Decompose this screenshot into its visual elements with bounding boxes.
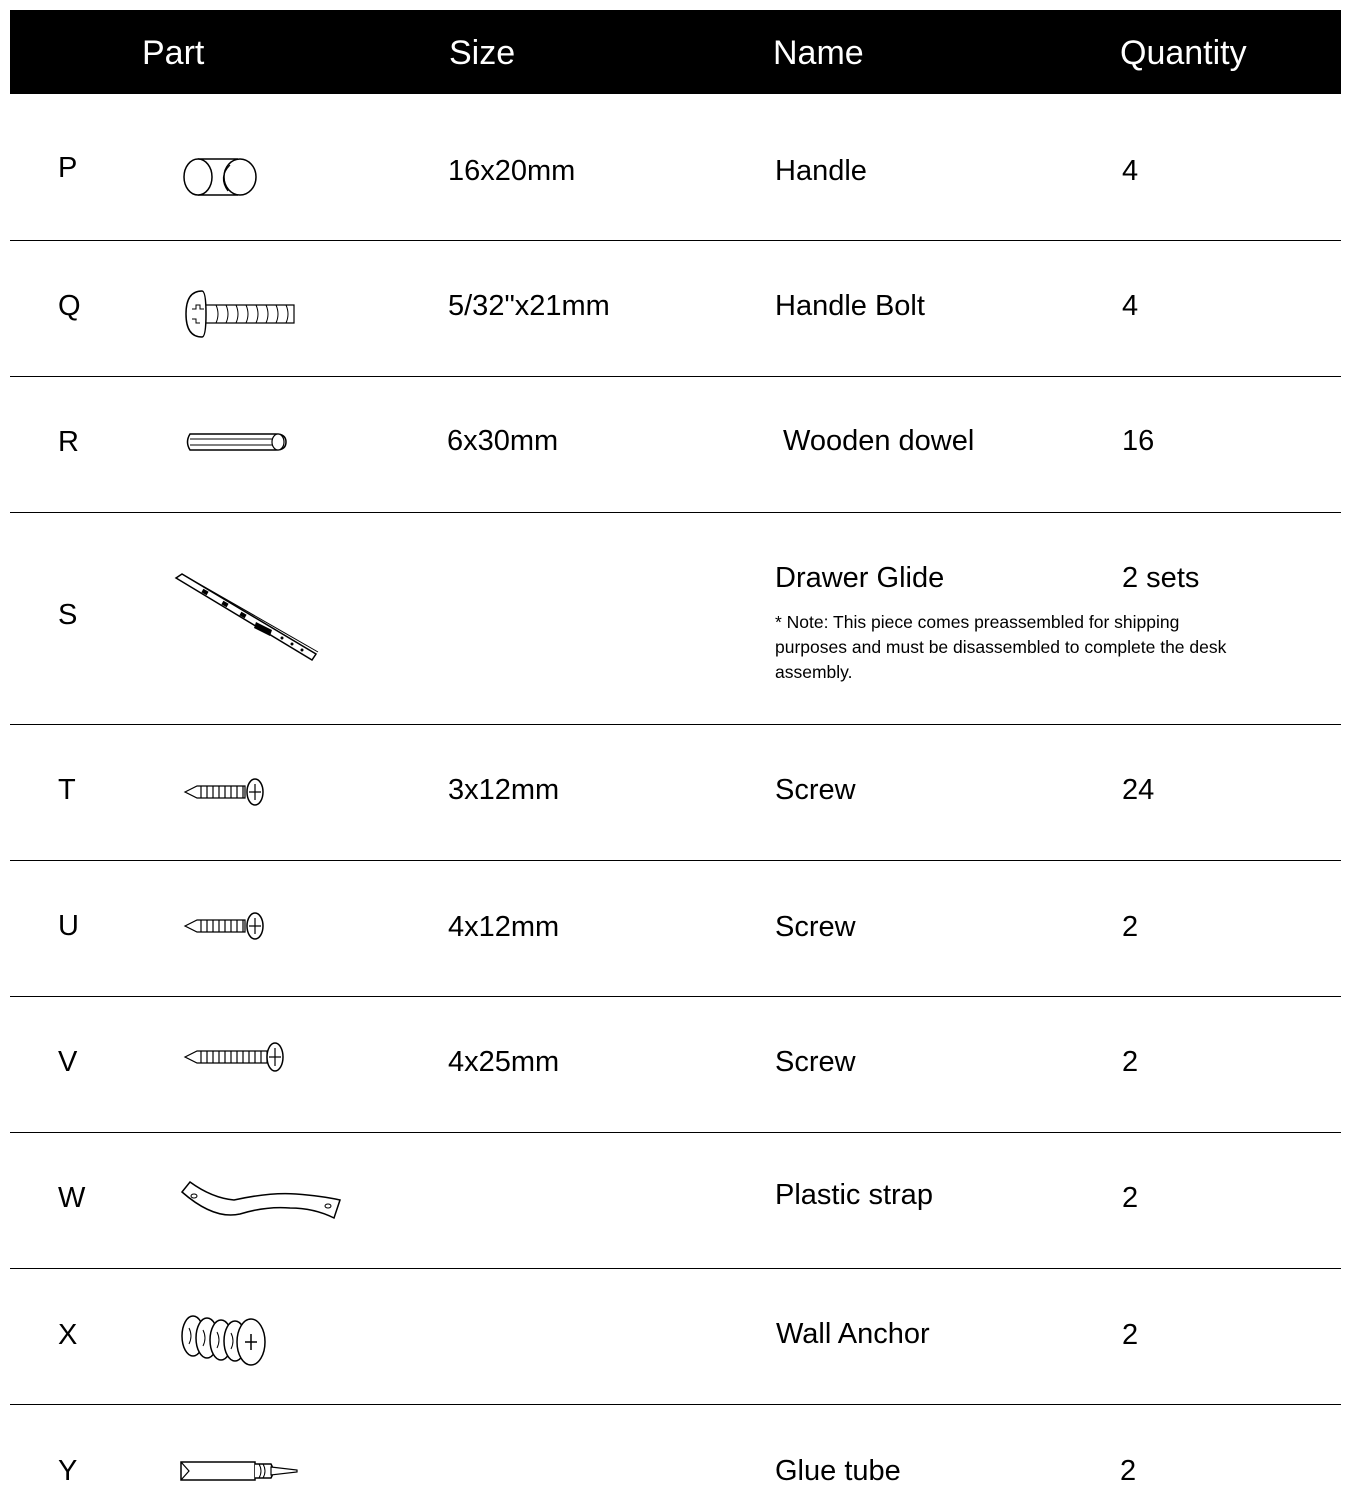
part-quantity: 4 (1122, 290, 1139, 322)
header-size: Size (449, 34, 516, 72)
part-name: Wooden dowel (783, 425, 975, 457)
plastic-strap-icon (180, 1180, 341, 1220)
part-letter: W (58, 1182, 86, 1214)
table-header: Part Size Name Quantity (10, 10, 1341, 94)
part-quantity: 2 (1120, 1455, 1137, 1487)
row-divider (10, 376, 1341, 377)
part-letter: R (58, 426, 79, 458)
part-quantity: 4 (1122, 155, 1139, 187)
part-quantity: 2 (1122, 1182, 1139, 1214)
part-size: 4x12mm (448, 911, 560, 943)
part-quantity: 2 (1122, 1319, 1139, 1351)
row-divider (10, 240, 1341, 241)
part-size: 6x30mm (447, 425, 559, 457)
part-name: Plastic strap (775, 1179, 933, 1211)
wall-anchor-icon (181, 1315, 266, 1366)
part-name: Screw (775, 911, 856, 943)
part-quantity: 16 (1122, 425, 1155, 457)
wooden-dowel-icon (186, 433, 287, 451)
part-name: Handle Bolt (775, 290, 925, 322)
screw-icon (183, 912, 264, 940)
part-quantity: 2 (1122, 1046, 1139, 1078)
screw-icon (183, 778, 264, 806)
header-part: Part (142, 34, 205, 72)
glue-tube-icon (180, 1461, 298, 1481)
part-letter: U (58, 910, 79, 942)
part-letter: S (58, 599, 78, 631)
part-size: 16x20mm (448, 155, 576, 187)
header-quantity: Quantity (1120, 34, 1247, 72)
part-letter: V (58, 1046, 78, 1078)
row-divider (10, 860, 1341, 861)
part-letter: Y (58, 1455, 78, 1487)
part-size: 3x12mm (448, 774, 560, 806)
assembly-note: * Note: This piece comes preassembled fo… (775, 612, 1227, 682)
part-letter: X (58, 1319, 78, 1351)
handle-icon (183, 158, 257, 196)
part-name: Glue tube (775, 1455, 901, 1487)
header-name: Name (773, 34, 864, 72)
part-size: 5/32"x21mm (448, 290, 610, 322)
part-letter: P (58, 152, 78, 184)
row-divider (10, 724, 1341, 725)
part-name: Screw (775, 774, 856, 806)
part-quantity: 24 (1122, 774, 1155, 806)
part-name: Screw (775, 1046, 856, 1078)
row-divider (10, 1132, 1341, 1133)
part-quantity: 2 (1122, 911, 1139, 943)
part-name: Handle (775, 155, 867, 187)
row-divider (10, 1404, 1341, 1405)
part-quantity: 2 sets (1122, 562, 1200, 594)
part-letter: T (58, 774, 76, 806)
row-divider (10, 1268, 1341, 1269)
part-size: 4x25mm (448, 1046, 560, 1078)
part-letter: Q (58, 290, 81, 322)
drawer-glide-icon (174, 573, 319, 662)
part-name: Drawer Glide (775, 562, 945, 594)
row-divider (10, 512, 1341, 513)
long-screw-icon (183, 1042, 284, 1072)
part-name: Wall Anchor (776, 1318, 930, 1350)
handle-bolt-icon (185, 290, 295, 338)
row-divider (10, 996, 1341, 997)
